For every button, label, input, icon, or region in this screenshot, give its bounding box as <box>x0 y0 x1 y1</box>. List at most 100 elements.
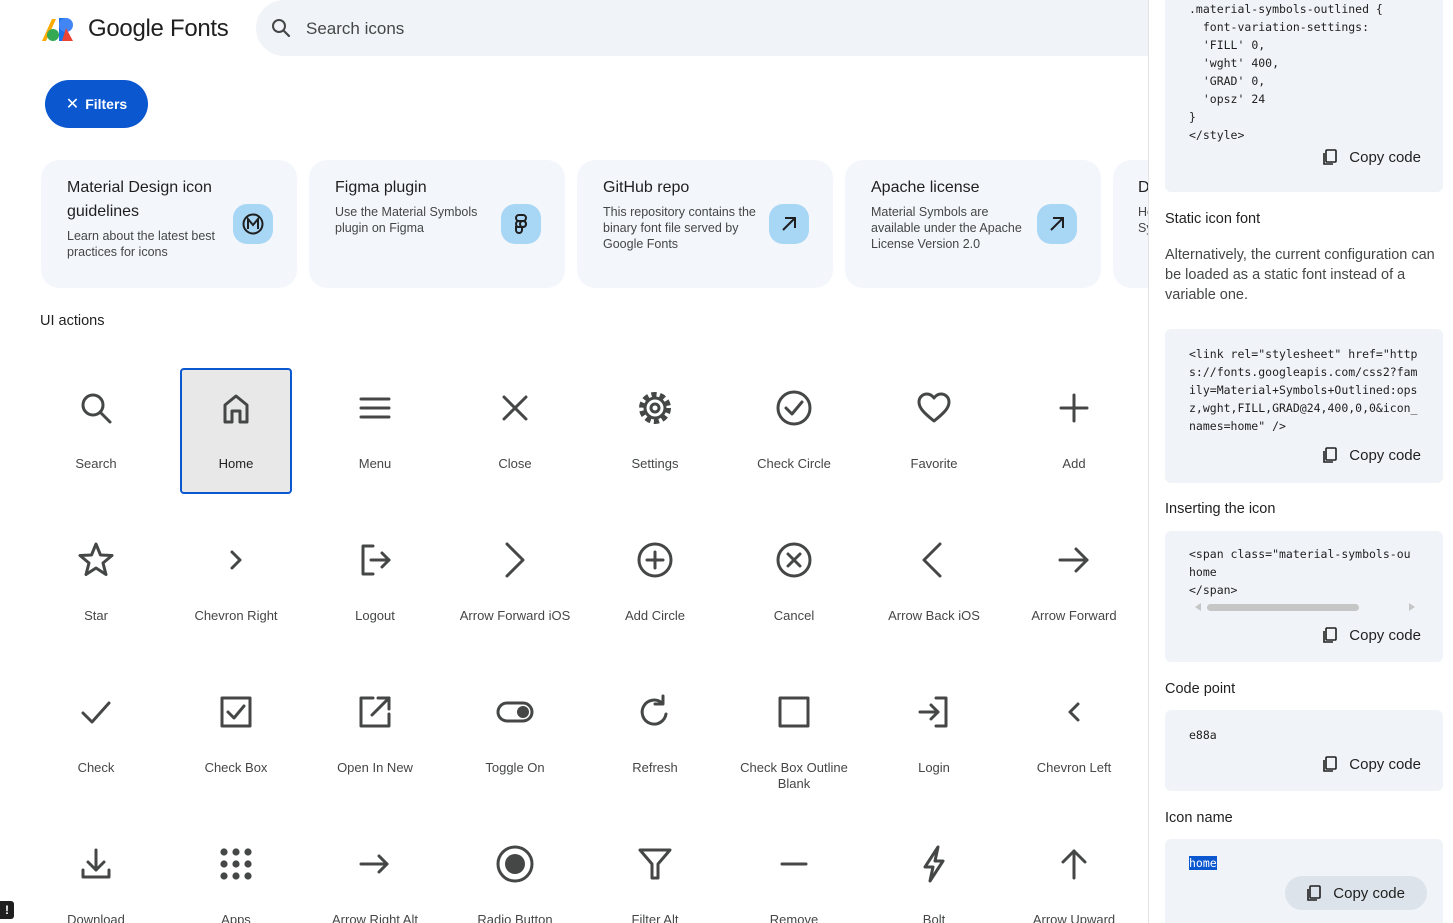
cancel-icon <box>774 540 814 580</box>
check-box-icon <box>216 692 256 732</box>
search-bar[interactable] <box>256 0 1148 56</box>
icon-cell-close[interactable]: Close <box>459 368 571 494</box>
copy-code-label: Copy code <box>1349 626 1421 644</box>
copy-code-button[interactable]: Copy code <box>1285 876 1427 910</box>
card-github[interactable]: GitHub repo This repository contains the… <box>577 160 833 288</box>
icon-name-value[interactable]: home <box>1189 856 1217 870</box>
card-license[interactable]: Apache license Material Symbols are avai… <box>845 160 1101 288</box>
card-partial[interactable]: D He Sy <box>1113 160 1148 288</box>
copy-code-button[interactable]: Copy code <box>1321 747 1421 781</box>
insert-code-box: <span class="material-symbols-ou home </… <box>1165 531 1443 662</box>
icon-cell-check-circle[interactable]: Check Circle <box>738 368 850 494</box>
icon-label: Menu <box>358 456 392 471</box>
check-icon <box>76 692 116 732</box>
static-font-text: Alternatively, the current configuration… <box>1165 247 1435 303</box>
icon-label: Arrow Back iOS <box>888 608 980 623</box>
css-code-box: .material-symbols-outlined { font-variat… <box>1165 0 1443 192</box>
icon-cell-logout[interactable]: Logout <box>319 520 431 646</box>
icon-label: Star <box>84 608 108 623</box>
copy-icon <box>1307 885 1322 901</box>
icon-name-box: home Copy code <box>1165 839 1443 923</box>
icon-label: Settings <box>631 456 679 471</box>
icon-cell-arrow-upward[interactable]: Arrow Upward <box>1018 824 1130 923</box>
check-box-outline-blank-icon <box>774 692 814 732</box>
filters-button[interactable]: ✕ Filters <box>45 80 148 128</box>
code-point-value: e88a <box>1189 728 1217 742</box>
icon-cell-check[interactable]: Check <box>40 672 152 798</box>
icon-cell-arrow-right-alt[interactable]: Arrow Right Alt <box>319 824 431 923</box>
favorite-icon <box>914 388 954 428</box>
icon-cell-arrow-forward-ios[interactable]: Arrow Forward iOS <box>459 520 571 646</box>
google-fonts-logo[interactable]: Google Fonts <box>40 14 229 44</box>
icon-cell-remove[interactable]: Remove <box>738 824 850 923</box>
search-input[interactable] <box>304 14 908 44</box>
scrollbar-thumb[interactable] <box>1207 604 1359 611</box>
icon-label: Check <box>77 760 115 775</box>
copy-code-button[interactable]: Copy code <box>1321 140 1421 174</box>
code-point-title: Code point <box>1165 681 1236 697</box>
css-code: .material-symbols-outlined { font-variat… <box>1189 2 1383 142</box>
icon-label: Radio Button <box>477 912 553 923</box>
static-code: <link rel="stylesheet" href="https://fon… <box>1189 347 1418 433</box>
icon-label: Download <box>67 912 125 923</box>
icon-cell-download[interactable]: Download <box>40 824 152 923</box>
copy-code-button[interactable]: Copy code <box>1321 618 1421 652</box>
icon-cell-check-box[interactable]: Check Box <box>180 672 292 798</box>
icon-cell-home[interactable]: Home <box>180 368 292 494</box>
static-code-box: <link rel="stylesheet" href="https://fon… <box>1165 329 1443 483</box>
icon-cell-arrow-forward[interactable]: Arrow Forward <box>1018 520 1130 646</box>
icon-cell-check-box-outline-blank[interactable]: Check Box Outline Blank <box>738 672 850 798</box>
arrow-back-ios-icon <box>914 540 954 580</box>
icon-cell-arrow-back-ios[interactable]: Arrow Back iOS <box>878 520 990 646</box>
icon-label: Filter Alt <box>631 912 679 923</box>
icon-cell-chevron-right[interactable]: Chevron Right <box>180 520 292 646</box>
icon-cell-cancel[interactable]: Cancel <box>738 520 850 646</box>
figma-icon <box>501 204 541 244</box>
icon-label: Remove <box>769 912 819 923</box>
settings-icon <box>635 388 675 428</box>
icon-cell-refresh[interactable]: Refresh <box>599 672 711 798</box>
icon-cell-star[interactable]: Star <box>40 520 152 646</box>
scroll-right-icon[interactable] <box>1409 603 1415 611</box>
card-description: Use the Material Symbols plugin on Figma <box>335 205 478 235</box>
icon-label: Login <box>918 760 950 775</box>
card-title: Apache license <box>871 179 980 196</box>
inserting-icon-title: Inserting the icon <box>1165 501 1276 517</box>
arrow-right-alt-icon <box>355 844 395 884</box>
icon-cell-radio-button[interactable]: Radio Button <box>459 824 571 923</box>
card-figma[interactable]: Figma plugin Use the Material Symbols pl… <box>309 160 565 288</box>
scroll-left-icon[interactable] <box>1195 603 1201 611</box>
icon-cell-bolt[interactable]: Bolt <box>878 824 990 923</box>
icon-cell-login[interactable]: Login <box>878 672 990 798</box>
icon-cell-add-circle[interactable]: Add Circle <box>599 520 711 646</box>
icon-cell-favorite[interactable]: Favorite <box>878 368 990 494</box>
icon-cell-filter-alt[interactable]: Filter Alt <box>599 824 711 923</box>
card-title: Material Design icon guidelines <box>67 179 212 220</box>
icon-cell-chevron-left[interactable]: Chevron Left <box>1018 672 1130 798</box>
icon-label: Chevron Right <box>194 608 278 623</box>
icon-cell-add[interactable]: Add <box>1018 368 1130 494</box>
login-icon <box>914 692 954 732</box>
card-guidelines[interactable]: Material Design icon guidelines Learn ab… <box>41 160 297 288</box>
home-icon <box>216 388 256 428</box>
icon-cell-menu[interactable]: Menu <box>319 368 431 494</box>
icon-cell-toggle-on[interactable]: Toggle On <box>459 672 571 798</box>
icon-label: Refresh <box>632 760 678 775</box>
close-icon <box>495 388 535 428</box>
code-point-box: e88a Copy code <box>1165 710 1443 791</box>
horizontal-scrollbar[interactable] <box>1195 602 1420 612</box>
add-icon <box>1054 388 1094 428</box>
icon-cell-search[interactable]: Search <box>40 368 152 494</box>
main-content: Google Fonts ✕ Filters Material Design i… <box>0 0 1148 923</box>
error-badge[interactable]: ! <box>0 901 14 919</box>
arrow-outward-icon <box>769 204 809 244</box>
icon-label: Add Circle <box>625 608 685 623</box>
icon-cell-open-in-new[interactable]: Open In New <box>319 672 431 798</box>
icon-label: Bolt <box>922 912 946 923</box>
icon-cell-settings[interactable]: Settings <box>599 368 711 494</box>
icon-cell-apps[interactable]: Apps <box>180 824 292 923</box>
icon-label: Apps <box>221 912 251 923</box>
copy-code-button[interactable]: Copy code <box>1321 438 1421 472</box>
copy-code-label: Copy code <box>1349 148 1421 166</box>
check-circle-icon <box>774 388 814 428</box>
